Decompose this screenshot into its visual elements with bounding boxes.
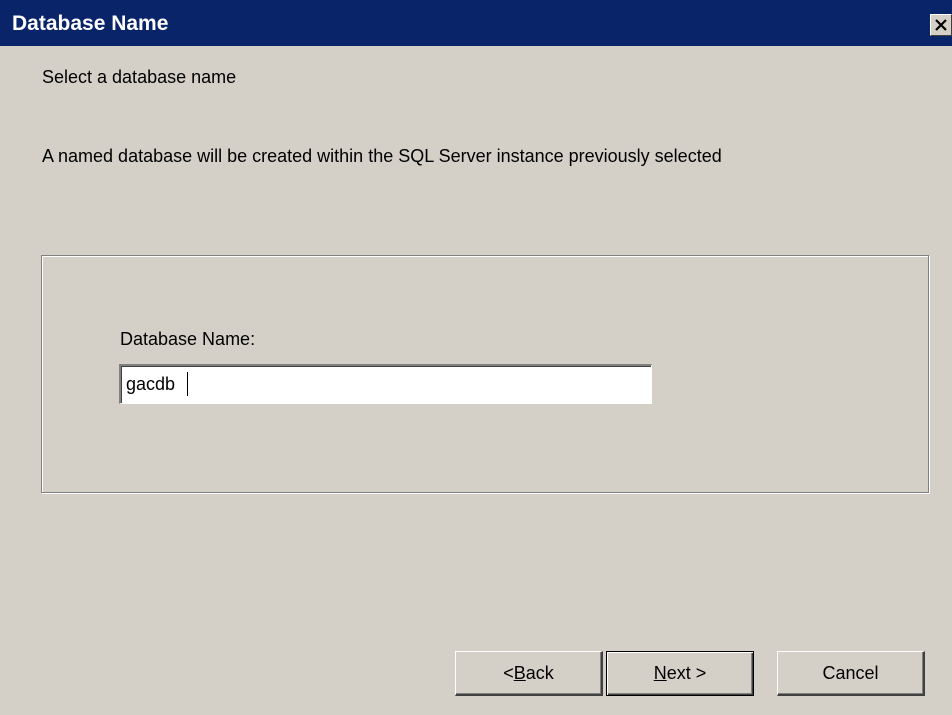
close-button[interactable]	[930, 14, 952, 36]
next-button-mnemonic: N	[653, 663, 667, 683]
database-name-dialog: Database Name Select a database name A n…	[0, 0, 952, 715]
database-name-input[interactable]	[119, 364, 652, 404]
title-bar[interactable]: Database Name	[0, 0, 952, 46]
cancel-button[interactable]: Cancel	[777, 651, 925, 696]
page-heading: Select a database name	[42, 67, 237, 87]
close-icon	[935, 19, 947, 31]
next-button-label-rest: ext >	[666, 663, 707, 683]
database-name-label: Database Name:	[120, 329, 256, 349]
window-title: Database Name	[12, 12, 169, 35]
next-button[interactable]: Next >	[606, 651, 754, 696]
back-button-mnemonic: B	[513, 662, 526, 683]
text-caret	[187, 372, 188, 396]
back-button-label-rest: ack	[525, 662, 554, 683]
page-description: A named database will be created within …	[42, 146, 722, 166]
back-button[interactable]: < Back	[455, 651, 603, 696]
back-button-prefix: <	[503, 662, 514, 683]
